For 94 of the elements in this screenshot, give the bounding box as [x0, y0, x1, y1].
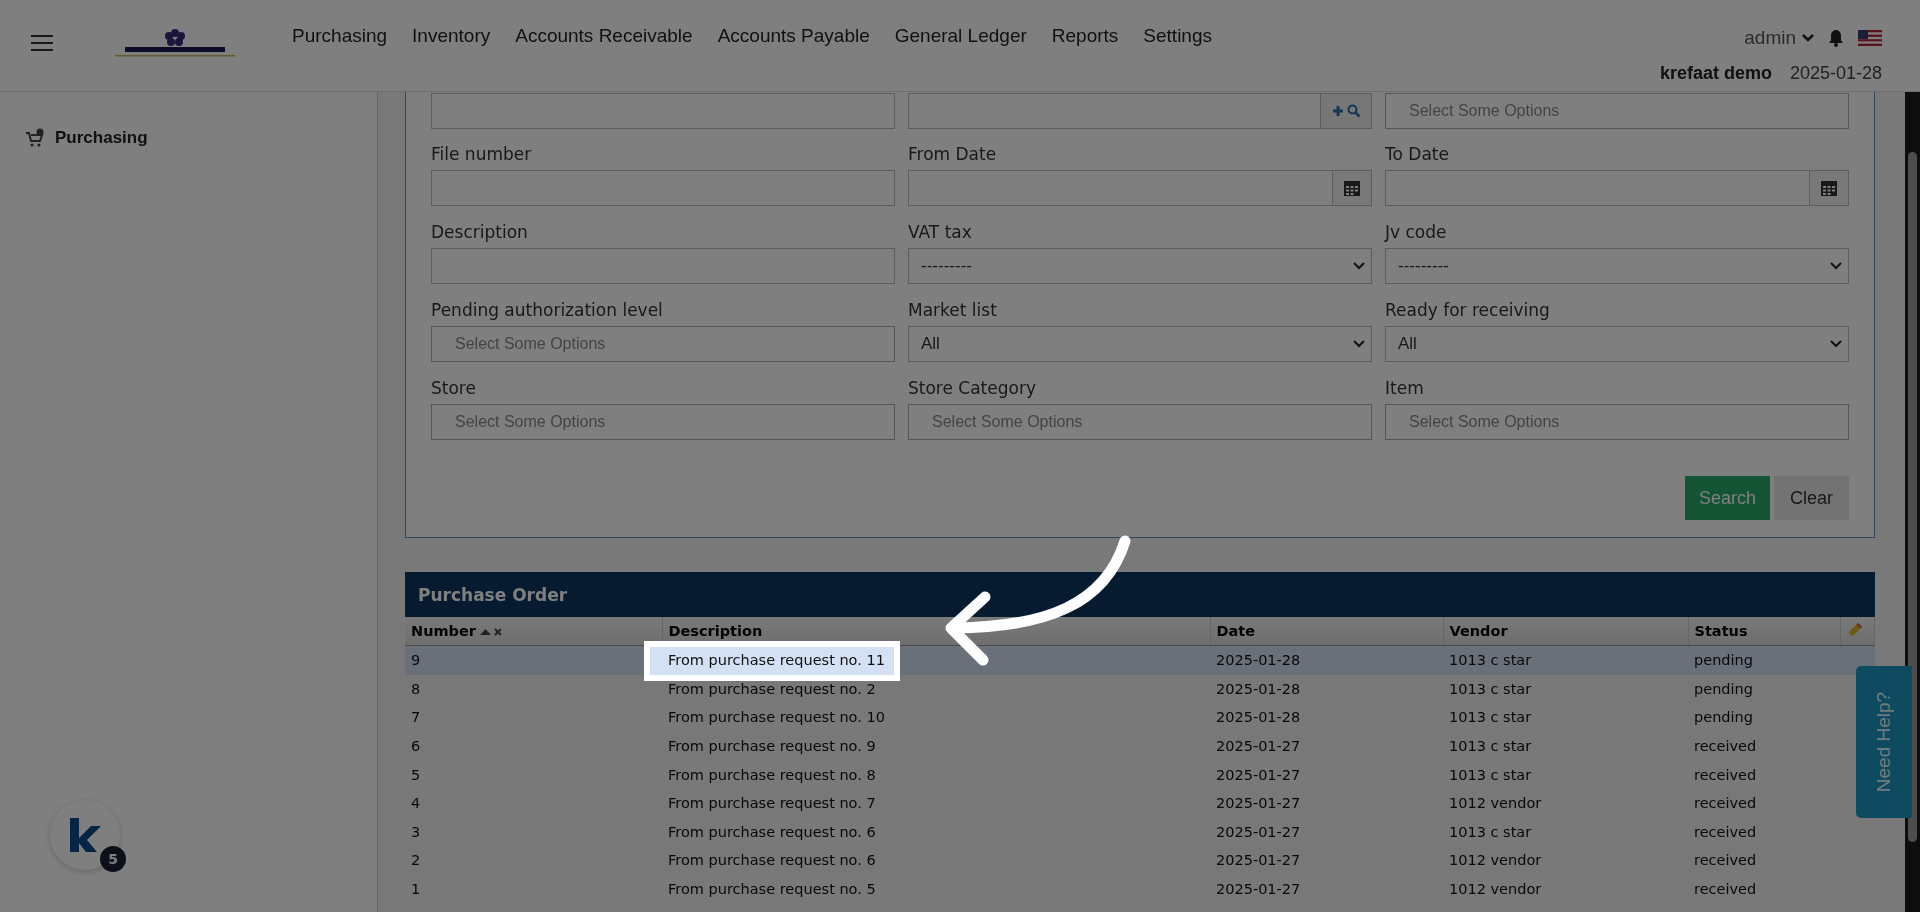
close-icon[interactable]: [493, 628, 502, 636]
date-field[interactable]: [908, 170, 1372, 206]
table-cell: 2025-01-28: [1210, 645, 1443, 675]
field-label: Market list: [908, 300, 998, 320]
multi-select-field[interactable]: Select Some Options: [1385, 404, 1849, 440]
table-cell: 9: [405, 645, 662, 675]
table-cell: From purchase request no. 11: [662, 645, 1210, 675]
select-field[interactable]: All: [1385, 326, 1849, 362]
field-label: Jv code: [1385, 222, 1448, 242]
table-cell-text: received: [1693, 880, 1758, 900]
column-header[interactable]: Vendor: [1443, 617, 1688, 646]
table-cell-text: 2025-01-27: [1215, 765, 1302, 785]
calendar-icon[interactable]: [1820, 179, 1838, 197]
chevron-down-icon: [1353, 262, 1365, 270]
text-field[interactable]: [431, 93, 895, 129]
user-menu[interactable]: admin: [1744, 27, 1796, 49]
chevron-down-icon[interactable]: [1802, 34, 1814, 42]
field-label: File number: [431, 144, 533, 164]
table-cell-text: pending: [1693, 708, 1754, 728]
table-cell: pending: [1688, 645, 1840, 675]
edit-columns-header[interactable]: [1840, 617, 1875, 646]
table-row[interactable]: 3 From purchase request no. 6 2025-01-27 1013 c star received: [405, 817, 1875, 847]
search-button[interactable]: Search: [1684, 476, 1770, 520]
nav-link[interactable]: Accounts Receivable: [515, 25, 693, 47]
date-field[interactable]: [1385, 170, 1849, 206]
table-cell-text: received: [1693, 765, 1758, 785]
chevron-down-icon: [1830, 262, 1842, 270]
text-field[interactable]: [431, 248, 895, 284]
table-cell-text: From purchase request no. 10: [667, 708, 886, 728]
field-label: VAT tax: [908, 222, 973, 242]
multi-select-field[interactable]: Select Some Options: [431, 404, 895, 440]
plus-icon[interactable]: [1331, 105, 1344, 117]
table-title: Purchase Order: [418, 584, 568, 605]
multi-select-field[interactable]: Select Some Options: [1385, 93, 1849, 129]
table-cell-text: 2025-01-28: [1215, 708, 1302, 728]
column-header[interactable]: Status: [1688, 617, 1840, 646]
table-cell-text: 2025-01-27: [1215, 880, 1302, 900]
field-label: From Date: [908, 144, 998, 164]
table-cell-text: 3: [410, 822, 422, 842]
calendar-icon[interactable]: [1343, 179, 1361, 197]
bell-icon[interactable]: [1828, 29, 1844, 47]
table-cell-text: 1013 c star: [1448, 765, 1533, 785]
field-label: Ready for receiving: [1385, 300, 1551, 320]
chevron-down-icon: [1353, 340, 1365, 348]
flag-icon[interactable]: [1858, 30, 1882, 46]
nav-link[interactable]: Settings: [1143, 25, 1212, 47]
cart-icon: [25, 128, 45, 148]
nav-link[interactable]: General Ledger: [894, 25, 1027, 47]
k-logo-icon: [68, 816, 102, 854]
column-header[interactable]: Date: [1210, 617, 1443, 646]
table-cell-text: 7: [410, 708, 422, 728]
select-field[interactable]: ---------: [1385, 248, 1849, 284]
table-row[interactable]: 1 From purchase request no. 5 2025-01-27 1012 vendor received: [405, 874, 1875, 904]
company-name: krefaat demo: [1659, 63, 1772, 84]
table-cell-text: 2025-01-27: [1215, 822, 1302, 842]
field-label: Store: [431, 378, 477, 398]
table-cell-text: 1013 c star: [1448, 708, 1533, 728]
table-cell-text: From purchase request no. 5: [667, 880, 877, 900]
table-cell: 1013 c star: [1443, 645, 1688, 675]
sort-up-icon[interactable]: [479, 627, 491, 637]
menu-icon[interactable]: [31, 35, 53, 51]
column-header[interactable]: Number: [405, 617, 662, 646]
table-cell-text: 1012 vendor: [1448, 880, 1543, 900]
table-cell-text: From purchase request no. 8: [667, 765, 877, 785]
table-cell-text: received: [1693, 822, 1758, 842]
search-icon[interactable]: [1346, 104, 1361, 118]
nav-link[interactable]: Inventory: [412, 25, 491, 47]
field-label: To Date: [1385, 144, 1450, 164]
table-row[interactable]: 8 From purchase request no. 2 2025-01-28 1013 c star pending: [405, 674, 1875, 704]
nav-link[interactable]: Reports: [1051, 25, 1119, 47]
table-cell-text: From purchase request no. 6: [667, 822, 877, 842]
pencil-icon[interactable]: [1846, 621, 1863, 638]
field-label: Pending authorization level: [431, 300, 664, 320]
field-label: Description: [431, 222, 529, 242]
nav-link[interactable]: Purchasing: [292, 25, 388, 47]
select-field[interactable]: All: [908, 326, 1372, 362]
lookup-field[interactable]: [908, 93, 1372, 129]
scrollbar[interactable]: [1905, 92, 1920, 912]
multi-select-field[interactable]: Select Some Options: [431, 326, 895, 362]
table-row[interactable]: 9 From purchase request no. 11 2025-01-28 1013 c star pending: [405, 645, 1875, 675]
field-label: Store Category: [908, 378, 1037, 398]
select-field[interactable]: ---------: [908, 248, 1372, 284]
nav-link[interactable]: Accounts Payable: [717, 25, 870, 47]
table-row[interactable]: 2 From purchase request no. 6 2025-01-27 1012 vendor received: [405, 846, 1875, 875]
clear-button[interactable]: Clear: [1774, 476, 1849, 520]
multi-select-field[interactable]: Select Some Options: [908, 404, 1372, 440]
table-cell-text: 5: [410, 765, 422, 785]
sidebar-item[interactable]: Purchasing: [0, 128, 377, 148]
table-cell-text: 1: [410, 880, 422, 900]
chevron-down-icon: [1830, 340, 1842, 348]
field-label: Item: [1385, 378, 1425, 398]
table-cell-text: 1013 c star: [1448, 822, 1533, 842]
text-field[interactable]: [431, 170, 895, 206]
current-date: 2025-01-28: [1789, 63, 1882, 84]
